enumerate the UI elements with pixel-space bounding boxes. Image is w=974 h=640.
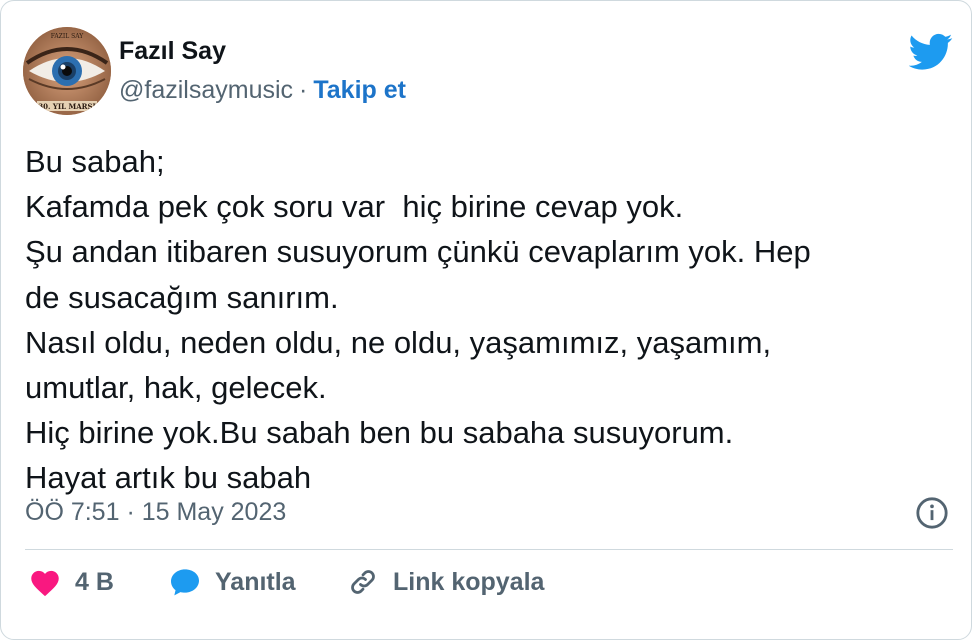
- reply-bubble-icon: [171, 569, 199, 596]
- info-icon[interactable]: [915, 496, 949, 530]
- copy-link-label: Link kopyala: [393, 567, 545, 596]
- heart-icon: [31, 570, 59, 597]
- like-count: 4 B: [75, 567, 114, 596]
- follow-button[interactable]: Takip et: [313, 76, 406, 104]
- like-button[interactable]: 4 B: [29, 567, 114, 597]
- tweet-line: de susacağım sanırım.: [25, 279, 339, 315]
- tweet-line: umutlar, hak, gelecek.: [25, 370, 327, 406]
- tweet-card: FAZIL SAY 30. YIL MARŞI Fazıl Say @fazil…: [0, 0, 972, 640]
- tweet-line: Nasıl oldu, neden oldu, ne oldu, yaşamım…: [25, 324, 772, 360]
- handle-separator: ·: [299, 76, 308, 104]
- twitter-bird-icon[interactable]: [909, 33, 953, 71]
- author-name[interactable]: Fazıl Say: [119, 37, 226, 66]
- tweet-line: Hiç birine yok.Bu sabah ben bu sabaha su…: [25, 415, 734, 451]
- tweet-line: Şu andan itibaren susuyorum çünkü cevapl…: [25, 234, 811, 270]
- author-avatar[interactable]: FAZIL SAY 30. YIL MARŞI: [23, 27, 111, 115]
- reply-label: Yanıtla: [215, 567, 296, 596]
- avatar-text-top: FAZIL SAY: [51, 33, 85, 40]
- tweet-line: Kafamda pek çok soru var hiç birine ceva…: [25, 189, 684, 225]
- tweet-text: Bu sabah; Kafamda pek çok soru var hiç b…: [25, 139, 955, 501]
- copy-link-button[interactable]: Link kopyala: [347, 567, 544, 597]
- tweet-line: Hayat artık bu sabah: [25, 460, 312, 496]
- avatar-text-bottom: 30. YIL MARŞI: [38, 102, 96, 111]
- link-icon: [351, 570, 375, 594]
- tweet-line: Bu sabah;: [25, 144, 165, 179]
- author-handle[interactable]: @fazilsaymusic: [119, 76, 293, 104]
- tweet-timestamp[interactable]: ÖÖ 7:51 · 15 May 2023: [25, 498, 286, 527]
- author-handle-row: @fazilsaymusic · Takip et: [119, 76, 406, 105]
- avatar-image: FAZIL SAY 30. YIL MARŞI: [23, 27, 111, 115]
- divider: [25, 549, 953, 550]
- reply-button[interactable]: Yanıtla: [169, 567, 296, 597]
